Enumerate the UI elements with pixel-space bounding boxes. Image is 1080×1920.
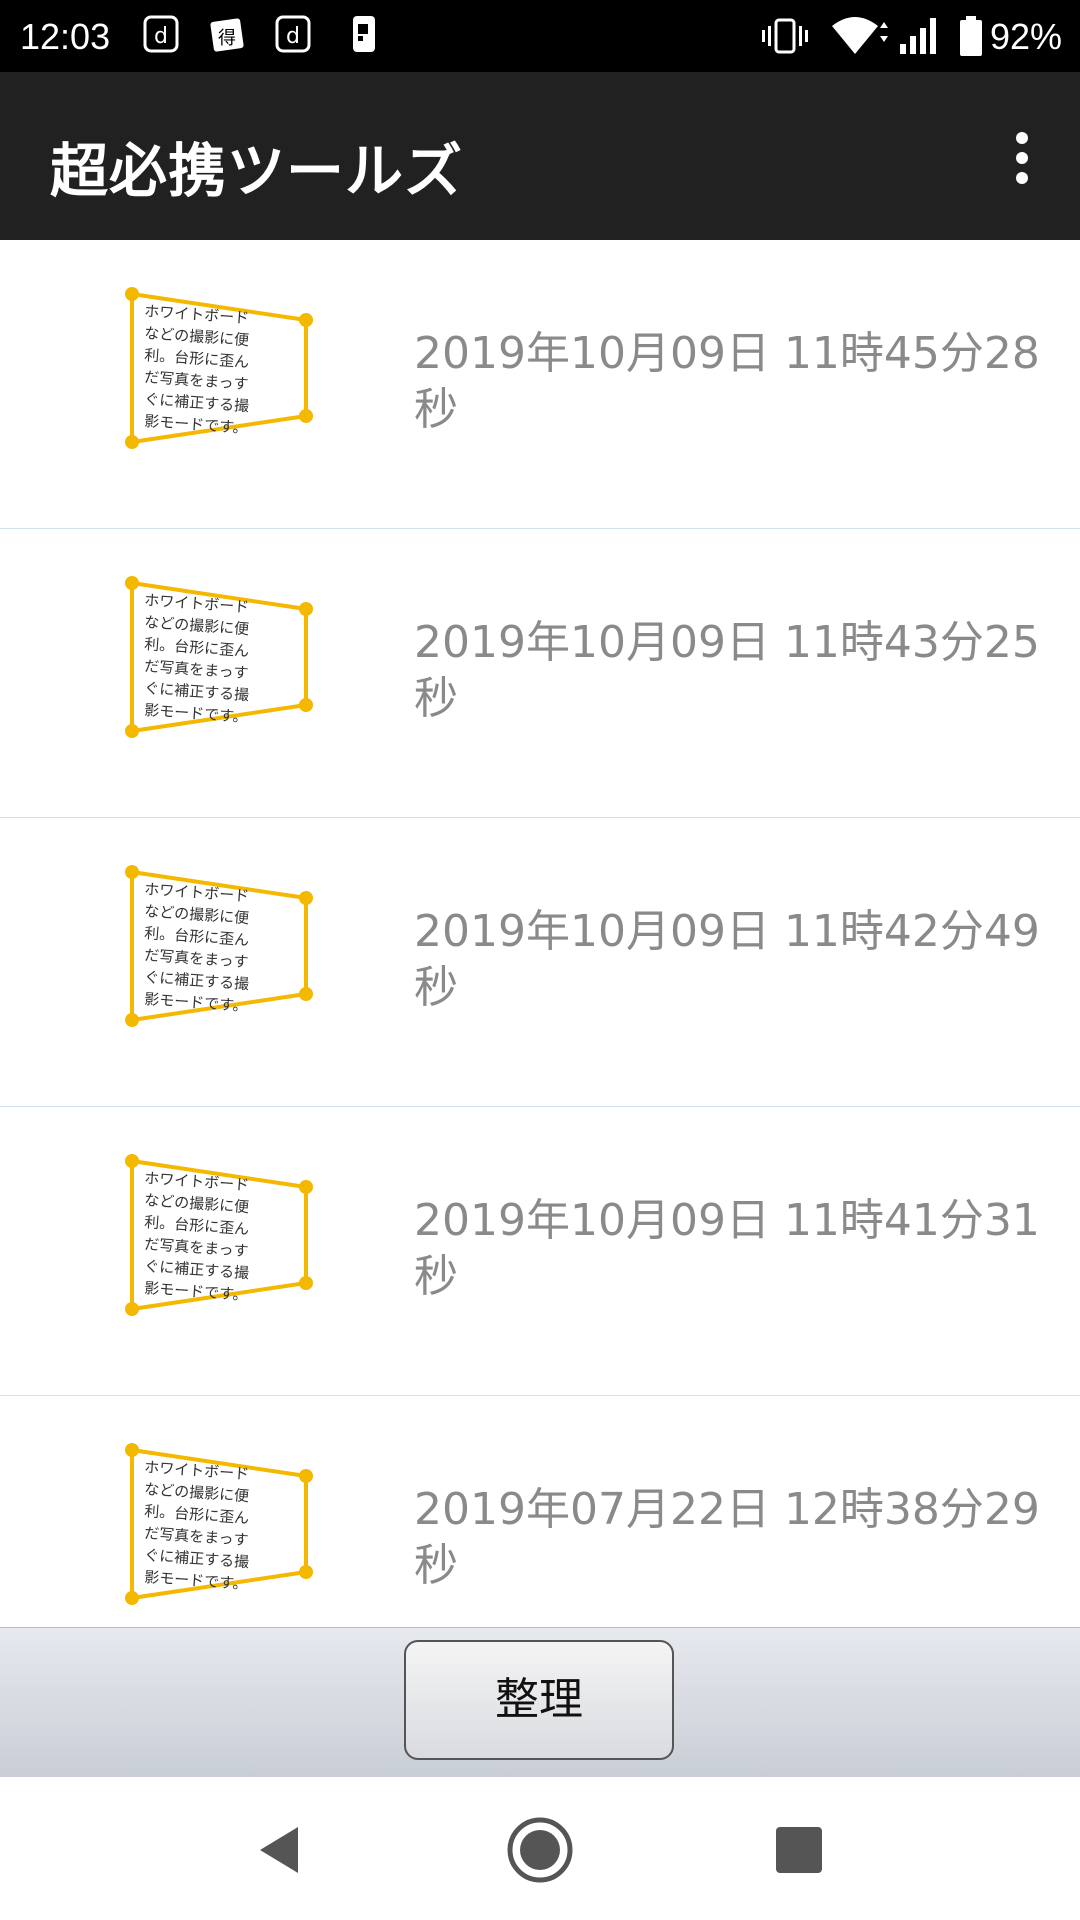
list-item[interactable]: ホワイトボード などの撮影に便 利。台形に歪ん だ写真をまっす ぐに補正する撮 影モードで… [0, 818, 1080, 1107]
svg-text:d: d [154, 24, 168, 49]
whiteboard-thumbnail-icon: ホワイトボードなどの撮影に便利。台形に歪んだ写真をまっすぐに補正する撮影モードで… [125, 287, 313, 449]
signal-icon [900, 18, 936, 54]
list-item[interactable]: ホワイトボード などの撮影に便 利。台形に歪ん だ写真をまっす ぐに補正する撮 影モードで… [0, 1396, 1080, 1627]
capture-date: 2019年10月09日 11時45分28秒 [414, 328, 1040, 435]
phone-device-icon [353, 16, 375, 52]
status-bar: 12:03 d 得 d 92% [0, 0, 1080, 72]
whiteboard-thumbnail-icon: ホワイトボードなどの撮影に便利。台形に歪んだ写真をまっすぐに補正する撮影モードで… [125, 576, 313, 738]
svg-text:d: d [286, 24, 300, 49]
svg-text:得: 得 [218, 28, 236, 49]
list-item[interactable]: ホワイトボード などの撮影に便 利。台形に歪ん だ写真をまっす ぐに補正する撮 影モードで… [0, 529, 1080, 818]
organize-button[interactable]: 整理 [404, 1640, 674, 1760]
vibrate-icon [762, 18, 808, 54]
d-account-icon: d [143, 15, 179, 53]
back-icon[interactable] [246, 1815, 316, 1885]
battery-icon [960, 16, 982, 56]
capture-date: 2019年10月09日 11時43分25秒 [414, 617, 1040, 724]
whiteboard-thumbnail-icon: ホワイトボードなどの撮影に便利。台形に歪んだ写真をまっすぐに補正する撮影モードで… [125, 1443, 313, 1605]
recents-icon[interactable] [764, 1815, 834, 1885]
bottom-toolbar: 整理 [0, 1627, 1080, 1777]
status-time: 12:03 [20, 16, 111, 57]
more-vert-icon[interactable] [1000, 128, 1044, 188]
app-bar: 超必携ツールズ [0, 72, 1080, 240]
app-title: 超必携ツールズ [50, 137, 464, 205]
wifi-icon [832, 17, 888, 54]
navigation-bar [0, 1777, 1080, 1920]
capture-date: 2019年10月09日 11時41分31秒 [414, 1195, 1040, 1302]
home-icon[interactable] [505, 1815, 575, 1885]
tokutoku-icon: 得 [210, 18, 244, 52]
capture-list: ホワイトボード などの撮影に便 利。台形に歪ん だ写真をまっす ぐに補正する撮 影モードで… [0, 240, 1080, 1627]
battery-percent: 92% [989, 16, 1062, 57]
list-item[interactable]: ホワイトボード などの撮影に便 利。台形に歪ん だ写真をまっす ぐに補正する撮 影モードで… [0, 1107, 1080, 1396]
capture-date: 2019年10月09日 11時42分49秒 [414, 906, 1040, 1013]
whiteboard-thumbnail-icon: ホワイトボードなどの撮影に便利。台形に歪んだ写真をまっすぐに補正する撮影モードで… [125, 1154, 313, 1316]
capture-date: 2019年07月22日 12時38分29秒 [414, 1484, 1040, 1591]
screen: 12:03 d 得 d 92% 超必携ツールズ ホワイトボード などの撮影に便 … [0, 0, 1080, 1920]
d-account-icon: d [275, 15, 311, 53]
list-item[interactable]: ホワイトボード などの撮影に便 利。台形に歪ん だ写真をまっす ぐに補正する撮 影モードで… [0, 240, 1080, 529]
whiteboard-thumbnail-icon: ホワイトボードなどの撮影に便利。台形に歪んだ写真をまっすぐに補正する撮影モードで… [125, 865, 313, 1027]
